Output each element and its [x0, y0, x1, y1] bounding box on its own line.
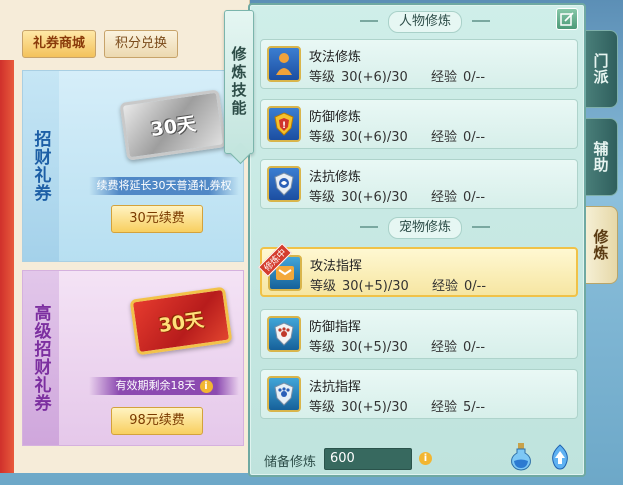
- reserve-value: 600: [324, 448, 412, 470]
- skill-tag[interactable]: 修炼技能: [224, 10, 254, 154]
- reserve-footer: 储备修炼 600 i: [262, 443, 582, 475]
- cultivation-row-pet-resist[interactable]: 法抗指挥 等级 30(+5)/30 经验 5/--: [260, 369, 578, 419]
- cultivation-stats: 等级 30(+5)/30 经验 5/--: [309, 396, 491, 415]
- cultivation-name: 防御指挥: [309, 320, 362, 335]
- svg-text:!: !: [282, 121, 286, 131]
- cultivation-name: 防御修炼: [309, 110, 362, 125]
- upgrade-arrow-icon: [552, 444, 568, 470]
- exp-label: 经验: [432, 279, 459, 294]
- ticket-days-label: 30天: [157, 308, 206, 337]
- coupon-card-side: 高级招财礼券: [23, 271, 59, 445]
- attack-magic-icon: [267, 46, 301, 82]
- coupon-card-title: 高级招财礼券: [30, 304, 51, 412]
- cultivation-stats: 等级 30(+5)/30 经验 0/--: [309, 336, 491, 355]
- level-label: 等级: [309, 130, 336, 145]
- edit-icon: [560, 12, 574, 26]
- tab-points-exchange[interactable]: 积分兑换: [104, 30, 179, 58]
- coupon-card-basic: 招财礼券 30天 续费将延长30天普通礼券权 30元续费: [22, 70, 244, 262]
- exp-value: 0/--: [463, 70, 486, 85]
- cultivation-stats: 等级 30(+6)/30 经验 0/--: [309, 186, 491, 205]
- reserve-info-icon[interactable]: i: [419, 452, 432, 465]
- exp-value: 0/--: [463, 190, 486, 205]
- shop-panel: 礼券商城 积分兑换 招财礼券 30天 续费将延长30天普通礼券权 30元续费 高…: [0, 0, 250, 473]
- renew-98-button[interactable]: 98元续费: [111, 407, 203, 435]
- pet-defense-icon: [267, 316, 301, 352]
- cultivation-row-magic-resist[interactable]: 法抗修炼 等级 30(+6)/30 经验 0/--: [260, 159, 578, 209]
- info-icon[interactable]: i: [199, 379, 213, 393]
- cultivation-panel: 人物修炼 攻法修炼 等级 30(+6)/30 经验 0/-- ! 防御修炼 等级 30…: [248, 3, 586, 477]
- level-value: 30(+5)/30: [342, 279, 409, 294]
- section-title-character: 人物修炼: [350, 11, 500, 33]
- exp-label: 经验: [431, 400, 458, 415]
- tab-sect-label: 门派: [591, 53, 610, 85]
- tab-coupon-mall[interactable]: 礼券商城: [22, 30, 97, 58]
- silver-ticket-icon: 30天: [119, 89, 227, 161]
- potion-icon: [511, 443, 531, 471]
- upgrade-button[interactable]: [547, 443, 573, 471]
- cultivation-name: 攻法修炼: [309, 50, 362, 65]
- cultivation-name: 攻法指挥: [310, 259, 363, 274]
- cultivation-stats: 等级 30(+6)/30 经验 0/--: [309, 126, 491, 145]
- expiry-text: 有效期剩余18天: [115, 379, 196, 392]
- tab-assist-label: 辅助: [591, 141, 610, 173]
- level-label: 等级: [309, 70, 336, 85]
- section-title-pet: 宠物修炼: [350, 217, 500, 239]
- level-label: 等级: [309, 190, 336, 205]
- ticket-days-label: 30天: [149, 112, 198, 141]
- shop-accent-strip: [0, 60, 14, 473]
- cultivation-row-defense[interactable]: ! 防御修炼 等级 30(+6)/30 经验 0/--: [260, 99, 578, 149]
- exp-label: 经验: [431, 340, 458, 355]
- level-label: 等级: [309, 340, 336, 355]
- cultivation-name: 法抗指挥: [309, 380, 362, 395]
- cultivation-row-pet-attack[interactable]: 修炼中 攻法指挥 等级 30(+5)/30 经验 0/--: [258, 243, 578, 297]
- exp-value: 0/--: [464, 279, 487, 294]
- exp-label: 经验: [431, 190, 458, 205]
- section-title-text: 人物修炼: [387, 11, 462, 33]
- cultivation-name: 法抗修炼: [309, 170, 362, 185]
- exp-value: 5/--: [463, 400, 486, 415]
- magic-resist-shield-icon: [267, 166, 301, 202]
- level-value: 30(+6)/30: [341, 70, 408, 85]
- level-value: 30(+6)/30: [341, 190, 408, 205]
- level-value: 30(+5)/30: [341, 400, 408, 415]
- coupon-card-premium: 高级招财礼券 30天 有效期剩余18天 i 98元续费: [22, 270, 244, 446]
- cultivation-row-pet-defense[interactable]: 防御指挥 等级 30(+5)/30 经验 0/--: [260, 309, 578, 359]
- cultivation-row-attack-magic[interactable]: 攻法修炼 等级 30(+6)/30 经验 0/--: [260, 39, 578, 89]
- reserve-label: 储备修炼: [264, 455, 317, 470]
- gold-ticket-icon: 30天: [129, 286, 233, 356]
- edit-button[interactable]: [556, 8, 578, 30]
- cultivation-stats: 等级 30(+6)/30 经验 0/--: [309, 66, 491, 85]
- tab-assist[interactable]: 辅助: [584, 118, 618, 196]
- section-title-text: 宠物修炼: [387, 217, 462, 239]
- pet-resist-icon: [267, 376, 301, 412]
- renew-30-button[interactable]: 30元续费: [111, 205, 203, 233]
- defense-shield-icon: !: [267, 106, 301, 142]
- expiry-notice: 有效期剩余18天 i: [89, 377, 239, 395]
- potion-button[interactable]: [508, 441, 534, 471]
- skill-tag-label: 修炼技能: [229, 46, 248, 118]
- tab-sect[interactable]: 门派: [584, 30, 618, 108]
- level-value: 30(+6)/30: [341, 130, 408, 145]
- coupon-card-title: 招财礼券: [30, 130, 51, 202]
- tab-cultivation-label: 修炼: [591, 229, 610, 261]
- level-label: 等级: [309, 400, 336, 415]
- level-label: 等级: [310, 279, 337, 294]
- coupon-card-side: 招财礼券: [23, 71, 59, 261]
- exp-value: 0/--: [463, 340, 486, 355]
- exp-value: 0/--: [463, 130, 486, 145]
- cultivation-stats: 等级 30(+5)/30 经验 0/--: [310, 275, 492, 294]
- renew-notice: 续费将延长30天普通礼券权: [89, 177, 239, 195]
- level-value: 30(+5)/30: [341, 340, 408, 355]
- tab-cultivation[interactable]: 修炼: [584, 206, 618, 284]
- shop-tab-bar: 礼券商城 积分兑换: [22, 30, 179, 58]
- exp-label: 经验: [431, 70, 458, 85]
- exp-label: 经验: [431, 130, 458, 145]
